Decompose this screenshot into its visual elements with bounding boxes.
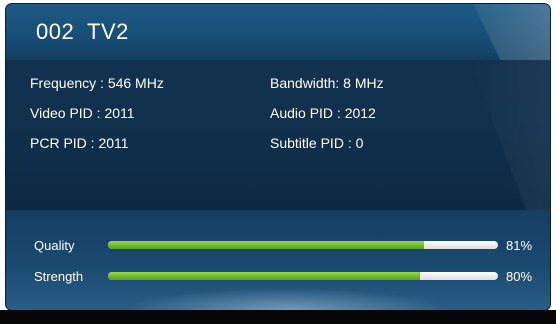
- strength-bar: [108, 272, 498, 280]
- channel-info-panel: 002 TV2 Frequency : 546 MHz Bandwidth: 8…: [6, 4, 550, 310]
- audio-pid-text: Audio PID : 2012: [270, 105, 376, 121]
- strength-bar-fill: [108, 272, 420, 280]
- bandwidth-text: Bandwidth: 8 MHz: [270, 75, 384, 91]
- channel-title: 002 TV2: [36, 19, 129, 45]
- screen-bottom-edge: [0, 310, 556, 324]
- signal-glow: [126, 288, 446, 310]
- strength-label: Strength: [34, 269, 84, 284]
- channel-details: Frequency : 546 MHz Bandwidth: 8 MHz Vid…: [6, 60, 550, 210]
- channel-name: TV2: [87, 19, 129, 44]
- video-pid-text: Video PID : 2011: [30, 105, 135, 121]
- quality-bar-fill: [108, 241, 424, 249]
- strength-percent: 80%: [506, 269, 533, 284]
- quality-bar: [108, 241, 498, 249]
- quality-percent: 81%: [506, 238, 533, 253]
- frequency-text: Frequency : 546 MHz: [30, 75, 164, 91]
- details-gloss: [470, 60, 550, 210]
- channel-number: 002: [36, 19, 75, 44]
- channel-header: 002 TV2: [6, 4, 550, 60]
- header-gloss: [473, 4, 550, 60]
- pcr-pid-text: PCR PID : 2011: [30, 135, 129, 151]
- subtitle-pid-text: Subtitle PID : 0: [270, 135, 364, 151]
- signal-section: Quality 81% Strength 80%: [6, 210, 550, 310]
- quality-label: Quality: [34, 238, 75, 253]
